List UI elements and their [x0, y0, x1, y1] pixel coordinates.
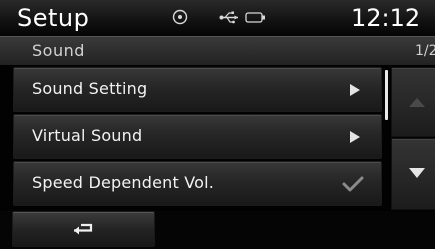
- page-indicator: 1/2: [415, 43, 435, 59]
- arrow-right-icon: [350, 84, 360, 96]
- menu-item-speed-dependent-vol[interactable]: Speed Dependent Vol.: [13, 161, 382, 206]
- battery-icon: [245, 12, 265, 23]
- setup-screen: Setup 12:12 Sound 1/2 Sound Setting Virt…: [0, 0, 435, 249]
- scroll-up-button[interactable]: [391, 67, 435, 137]
- arrow-up-icon: [409, 98, 425, 107]
- menu-item-label: Virtual Sound: [32, 126, 143, 145]
- menu-item-virtual-sound[interactable]: Virtual Sound: [13, 114, 382, 159]
- list-divider: [385, 70, 388, 120]
- usb-icon: [219, 11, 238, 24]
- back-button[interactable]: [12, 211, 155, 247]
- scroll-down-button[interactable]: [391, 138, 435, 210]
- bottom-bar: [0, 211, 435, 249]
- menu-item-label: Sound Setting: [32, 79, 148, 98]
- app-title: Setup: [17, 4, 90, 32]
- section-title: Sound: [32, 41, 85, 60]
- menu-list: Sound Setting Virtual Sound Speed Depend…: [0, 66, 384, 210]
- arrow-right-icon: [350, 131, 360, 143]
- checkmark-icon[interactable]: [341, 174, 365, 194]
- return-arrow-icon: [74, 223, 93, 235]
- menu-item-label: Speed Dependent Vol.: [32, 173, 215, 192]
- sub-header: Sound 1/2: [0, 36, 435, 65]
- clock: 12:12: [351, 4, 421, 32]
- disc-icon: [172, 9, 188, 25]
- menu-item-sound-setting[interactable]: Sound Setting: [13, 67, 382, 112]
- arrow-down-icon: [409, 168, 425, 178]
- status-bar: Setup 12:12: [0, 0, 435, 36]
